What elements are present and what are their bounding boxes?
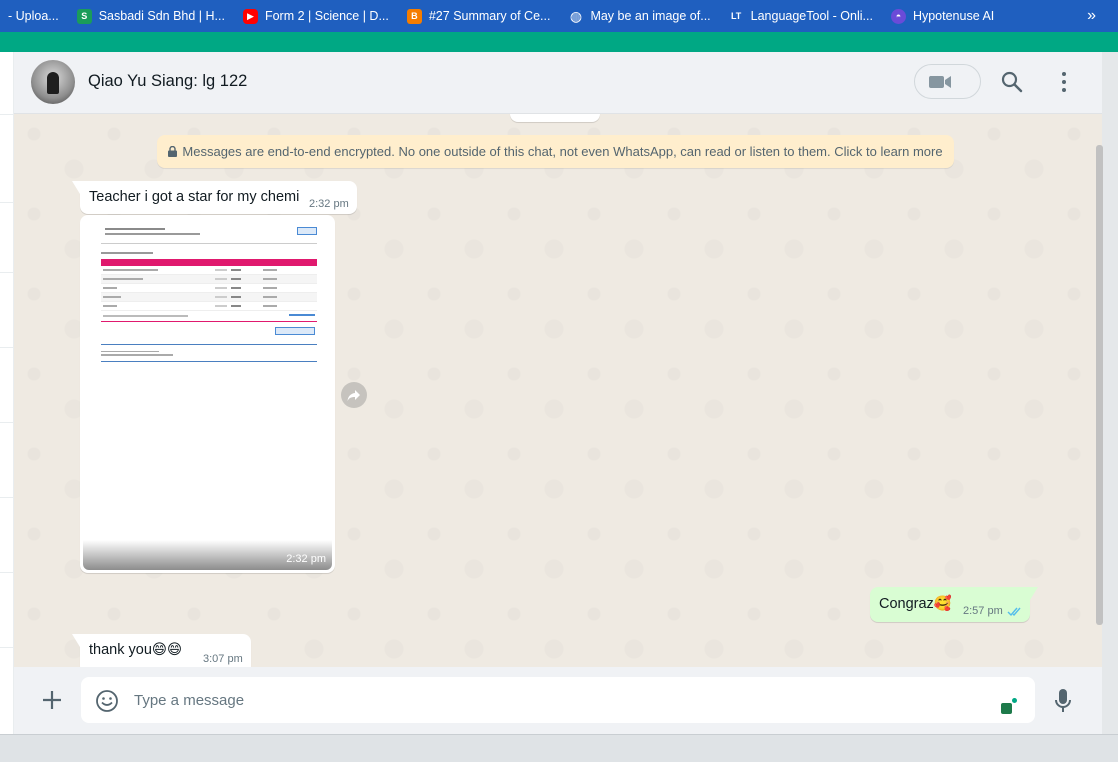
languagetool-icon: LT [730,11,742,21]
bookmark-hypotenuse[interactable]: ◓ Hypotenuse AI [883,0,1004,32]
bookmarks-bar: - Uploa... S Sasbadi Sdn Bhd | H... ▶ Fo… [0,0,1118,32]
chevron-down-icon [929,75,939,82]
sasbadi-icon: S [76,8,92,24]
attach-plus-icon[interactable] [41,689,63,711]
contact-avatar[interactable] [31,60,75,104]
sticker-badge-icon [1012,698,1017,703]
result-document-image [101,226,317,362]
message-incoming[interactable]: Teacher i got a star for my chemi 2:32 p… [72,181,357,214]
message-composer: Type a message [14,667,1102,734]
chat-scrollbar-thumb[interactable] [1097,145,1103,625]
message-text: Teacher i got a star for my chemi [89,189,300,205]
bookmark-sasbadi[interactable]: S Sasbadi Sdn Bhd | H... [69,0,235,32]
chat-messages-area[interactable]: Messages are end-to-end encrypted. No on… [14,114,1102,667]
message-time: 3:07 pm [203,653,243,665]
bookmark-upload[interactable]: - Uploa... [0,0,69,32]
message-time: 2:57 pm [963,605,1003,617]
more-options-icon[interactable] [1054,71,1074,93]
bookmark-languagetool[interactable]: LT LanguageTool - Onli... [721,0,883,32]
read-ticks-icon [1007,607,1021,617]
bottom-taskbar-strip [0,734,1118,762]
bookmark-label: Form 2 | Science | D... [264,9,389,23]
emoji-icon[interactable] [95,689,119,713]
message-text: thank you😄😄 [89,642,183,658]
sticker-icon[interactable] [1001,703,1012,714]
encryption-banner[interactable]: Messages are end-to-end encrypted. No on… [157,135,954,168]
lock-icon [168,145,178,157]
blogger-icon: B [406,8,422,24]
forward-button[interactable] [341,382,367,408]
bookmark-label: #27 Summary of Ce... [428,9,551,23]
message-incoming-image[interactable]: 2:32 pm [80,215,335,573]
message-text: Congraz🥰 [879,596,952,612]
message-incoming[interactable]: thank you😄😄 3:07 pm [72,634,251,667]
image-attachment[interactable]: 2:32 pm [83,218,332,570]
bookmark-label: May be an image of... [590,9,711,23]
bookmark-youtube-science[interactable]: ▶ Form 2 | Science | D... [235,0,399,32]
window-right-edge [1102,52,1118,734]
chat-header: Qiao Yu Siang: lg 122 [14,52,1102,114]
hypotenuse-icon: ◓ [890,8,906,24]
bookmark-blogger-summary[interactable]: B #27 Summary of Ce... [399,0,561,32]
date-chip [510,114,600,122]
bookmark-label: Sasbadi Sdn Bhd | H... [98,9,225,23]
message-input-placeholder[interactable]: Type a message [134,692,244,709]
message-input[interactable]: Type a message [81,677,1035,723]
message-time: 2:32 pm [286,553,326,565]
app-top-strip [0,32,1118,52]
bookmark-label: LanguageTool - Onli... [750,9,873,23]
contact-name[interactable]: Qiao Yu Siang: lg 122 [88,72,247,91]
bookmark-image[interactable]: ◍ May be an image of... [560,0,720,32]
search-icon[interactable] [1001,71,1023,93]
bookmarks-overflow-icon[interactable]: » [1087,0,1096,32]
message-time: 2:32 pm [309,198,349,210]
microphone-icon[interactable] [1054,688,1072,714]
video-call-button[interactable] [914,64,981,99]
chat-list-sidebar [0,52,14,734]
encryption-notice-text: Messages are end-to-end encrypted. No on… [182,144,943,159]
youtube-icon: ▶ [242,8,258,24]
forward-icon [347,390,360,401]
bookmark-label: Hypotenuse AI [912,9,995,23]
message-outgoing[interactable]: Congraz🥰 2:57 pm [870,587,1038,622]
globe-icon: ◍ [569,7,583,24]
bookmark-label: - Uploa... [8,9,59,23]
